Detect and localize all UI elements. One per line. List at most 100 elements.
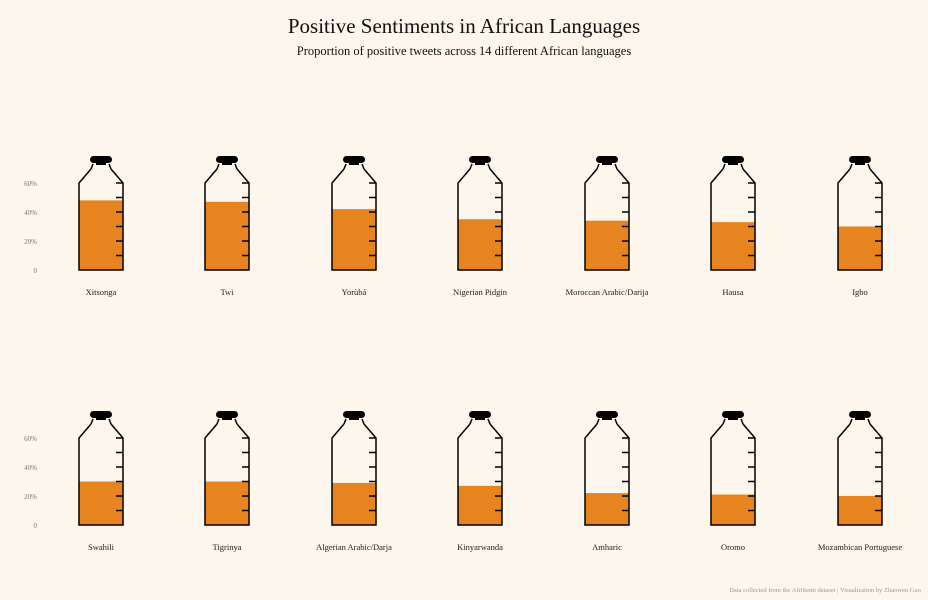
category-label: Yorùbá — [342, 287, 367, 297]
bottle-neck-left — [722, 418, 726, 425]
bar-fill — [332, 209, 376, 270]
bottle-neck-left — [216, 418, 220, 425]
bottle-cap-collar — [96, 417, 106, 420]
bottle-neck-right — [614, 418, 618, 425]
category-label: Igbo — [852, 287, 868, 297]
y-tick-label: 60% — [24, 180, 37, 188]
y-axis-1: 0 20% 40% 60% — [24, 180, 37, 275]
bar-fill — [458, 485, 502, 525]
bottle-neck-right — [108, 418, 112, 425]
category-label: Xitsonga — [86, 287, 117, 297]
category-label: Moroccan Arabic/Darija — [566, 287, 649, 297]
bottle-cap-collar — [349, 417, 359, 420]
bottle-cap — [469, 411, 491, 418]
bottle-neck-right — [234, 418, 238, 425]
category-label: Amharic — [592, 542, 622, 552]
bottle-neck-right — [740, 163, 744, 170]
bottle-neck-left — [90, 163, 94, 170]
bottle-swahili: Swahili — [78, 411, 124, 552]
bottle-cap — [90, 156, 112, 163]
bar-fill — [838, 226, 882, 270]
bar-fill — [585, 220, 629, 270]
category-label: Algerian Arabic/Darja — [316, 542, 392, 552]
bar-fill — [79, 481, 123, 525]
y-tick-label: 40% — [24, 209, 37, 217]
bottle-neck-right — [740, 418, 744, 425]
bar-fill — [711, 222, 755, 270]
bottle-oromo: Oromo — [710, 411, 756, 552]
bottle-cap — [469, 156, 491, 163]
bottle-cap-collar — [602, 162, 612, 165]
bottle-neck-left — [343, 163, 347, 170]
category-label: Oromo — [721, 542, 745, 552]
bottle-neck-left — [849, 163, 853, 170]
bottle-cap — [216, 411, 238, 418]
bottle-cap — [849, 156, 871, 163]
bottle-yoruba: Yorùbá — [331, 156, 377, 297]
bottle-neck-left — [722, 163, 726, 170]
bottle-cap-collar — [475, 162, 485, 165]
bottle-xitsonga: Xitsonga — [78, 156, 124, 297]
bottle-neck-left — [849, 418, 853, 425]
category-label: Mozambican Portuguese — [818, 542, 902, 552]
bottle-neck-right — [614, 163, 618, 170]
bar-fill — [332, 482, 376, 525]
bottle-cap — [596, 156, 618, 163]
bottle-neck-left — [469, 163, 473, 170]
bottle-algerian-arabic-darja: Algerian Arabic/Darja — [316, 411, 392, 552]
bottle-moroccan-arabic-darija: Moroccan Arabic/Darija — [566, 156, 649, 297]
bottle-cap — [722, 411, 744, 418]
bottle-cap-collar — [855, 417, 865, 420]
bottle-neck-left — [469, 418, 473, 425]
bottle-cap — [343, 156, 365, 163]
bottle-cap — [596, 411, 618, 418]
bottle-chart: 0 20% 40% 60% Xitsonga Twi Yorùbá Nigerian Pidg… — [24, 156, 902, 552]
bottle-neck-right — [867, 163, 871, 170]
bottle-nigerian-pidgin: Nigerian Pidgin — [453, 156, 508, 297]
bar-fill — [585, 493, 629, 525]
bottle-neck-right — [487, 418, 491, 425]
bottle-neck-left — [343, 418, 347, 425]
bottle-mozambican-portuguese: Mozambican Portuguese — [818, 411, 902, 552]
bottle-cap — [90, 411, 112, 418]
bottle-neck-right — [487, 163, 491, 170]
y-tick-label: 0 — [34, 522, 38, 530]
y-tick-label: 0 — [34, 267, 38, 275]
y-tick-label: 20% — [24, 238, 37, 246]
bottle-cap-collar — [855, 162, 865, 165]
y-tick-label: 40% — [24, 464, 37, 472]
bottle-twi: Twi — [204, 156, 250, 297]
category-label: Kinyarwanda — [457, 542, 503, 552]
bottle-cap — [216, 156, 238, 163]
bottle-neck-right — [108, 163, 112, 170]
bottle-cap-collar — [96, 162, 106, 165]
bottle-cap — [343, 411, 365, 418]
bottle-neck-right — [867, 418, 871, 425]
bottle-tigrinya: Tigrinya — [204, 411, 250, 552]
footer-credit: Data collected from the AfriSenti datase… — [729, 587, 921, 594]
bottle-igbo: Igbo — [837, 156, 883, 297]
bottle-neck-left — [216, 163, 220, 170]
bar-fill — [79, 200, 123, 270]
y-axis-2: 0 20% 40% 60% — [24, 435, 37, 530]
bottle-neck-right — [234, 163, 238, 170]
bottle-neck-right — [361, 163, 365, 170]
y-tick-label: 60% — [24, 435, 37, 443]
bottle-neck-left — [596, 163, 600, 170]
bottle-hausa: Hausa — [710, 156, 756, 297]
category-label: Hausa — [722, 287, 743, 297]
bottle-cap-collar — [728, 417, 738, 420]
category-label: Tigrinya — [213, 542, 242, 552]
bar-fill — [205, 481, 249, 525]
category-label: Swahili — [88, 542, 115, 552]
bottle-cap-collar — [222, 417, 232, 420]
category-label: Twi — [220, 287, 234, 297]
bottle-cap-collar — [349, 162, 359, 165]
bottle-cap-collar — [475, 417, 485, 420]
bottle-neck-left — [596, 418, 600, 425]
y-tick-label: 20% — [24, 493, 37, 501]
bottle-neck-right — [361, 418, 365, 425]
bottle-cap-collar — [728, 162, 738, 165]
bottle-cap-collar — [222, 162, 232, 165]
bottle-neck-left — [90, 418, 94, 425]
